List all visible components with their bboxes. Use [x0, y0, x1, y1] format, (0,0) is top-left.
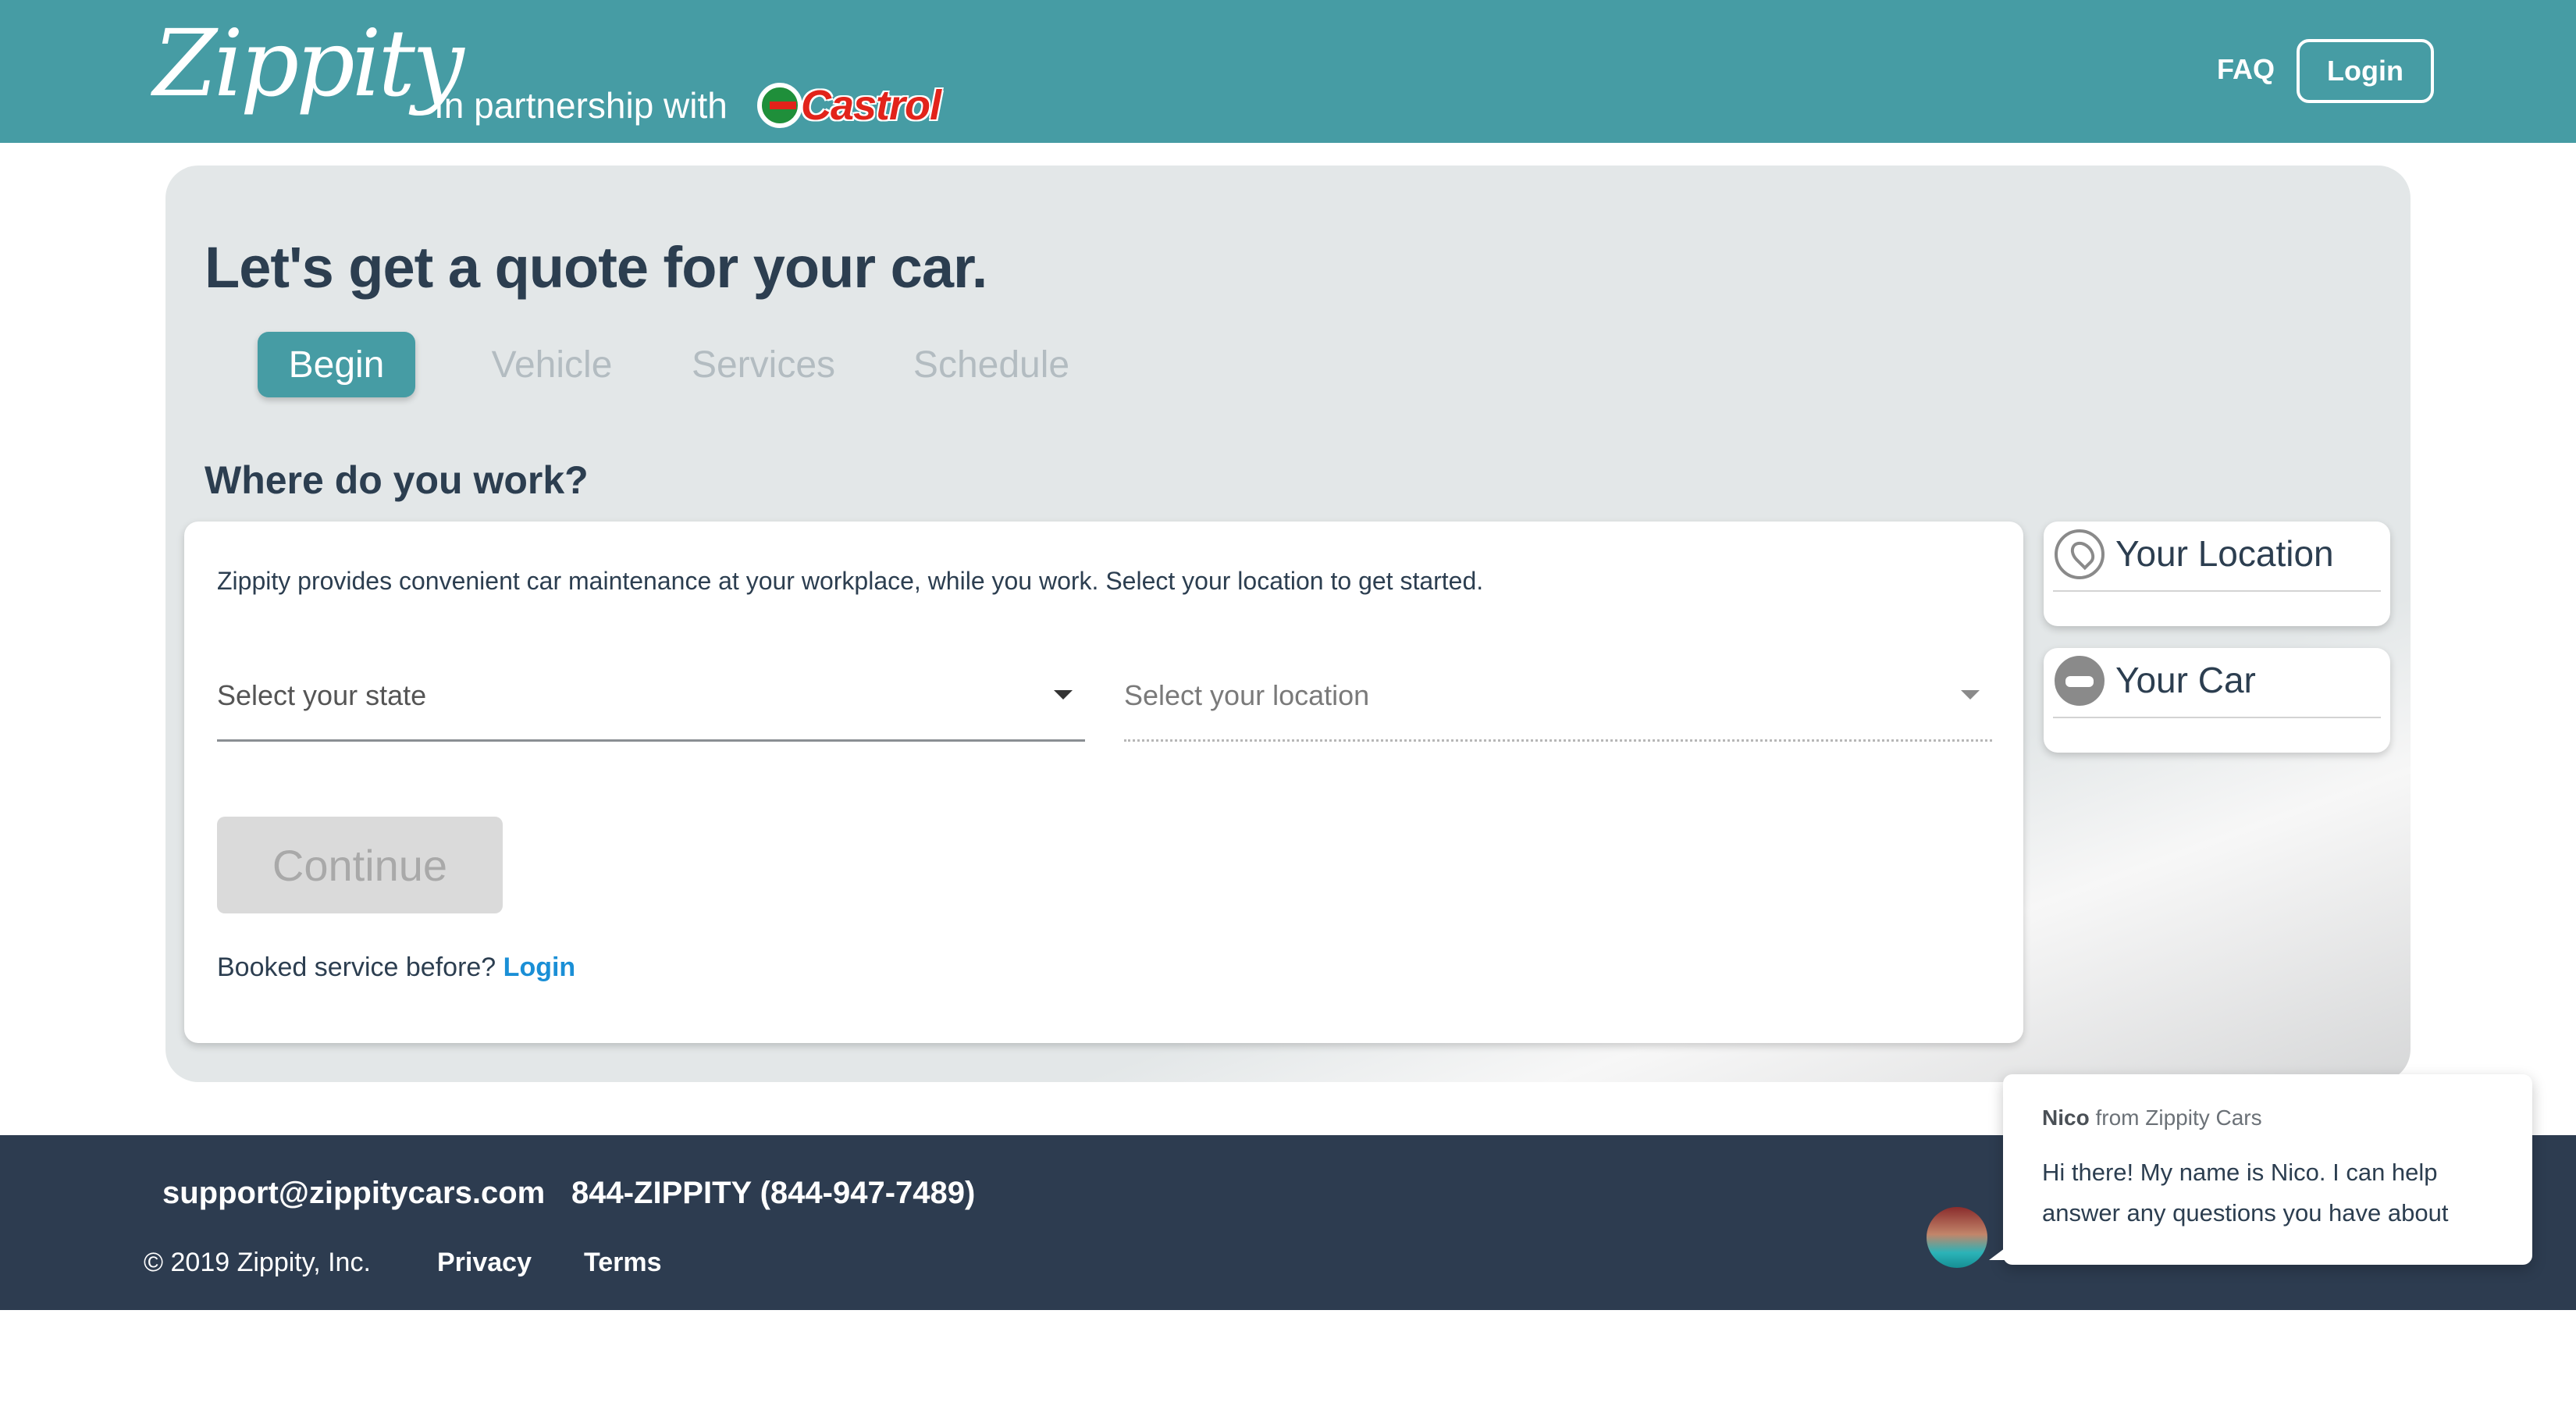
- castrol-logo: Castrol: [757, 81, 948, 131]
- support-phone-link[interactable]: 844-ZIPPITY (844-947-7489): [571, 1176, 975, 1211]
- castrol-logo-text: Castrol: [801, 82, 941, 129]
- step-schedule[interactable]: Schedule: [906, 332, 1077, 397]
- chevron-down-icon: [1961, 690, 1980, 700]
- support-email-link[interactable]: support@zippitycars.com: [162, 1176, 545, 1211]
- chevron-down-icon: [1054, 690, 1073, 700]
- site-header: Zippity In partnership with Castrol FAQ …: [0, 0, 2576, 143]
- car-icon: [2055, 656, 2105, 706]
- castrol-emblem-icon: [757, 83, 802, 128]
- page-title: Let's get a quote for your car.: [205, 235, 987, 300]
- step-vehicle[interactable]: Vehicle: [478, 332, 626, 397]
- location-pin-icon: [2055, 529, 2105, 579]
- location-select[interactable]: Select your location: [1124, 664, 1992, 742]
- chat-message-bubble[interactable]: Nico from Zippity Cars Hi there! My name…: [1989, 1074, 2532, 1265]
- faq-link[interactable]: FAQ: [2217, 53, 2275, 86]
- divider: [2053, 590, 2381, 592]
- intro-text: Zippity provides convenient car maintena…: [217, 567, 1484, 595]
- chat-sender-name: Nico: [2042, 1105, 2090, 1130]
- header-login-button[interactable]: Login: [2297, 39, 2434, 103]
- sidebar-item-your-car[interactable]: Your Car: [2044, 648, 2390, 753]
- section-title: Where do you work?: [205, 458, 589, 502]
- state-select-placeholder: Select your state: [217, 679, 427, 711]
- chat-message-text: Hi there! My name is Nico. I can help an…: [2042, 1159, 2449, 1227]
- sidebar-item-your-location[interactable]: Your Location: [2044, 522, 2390, 626]
- zippity-logo[interactable]: Zippity: [153, 17, 464, 109]
- booked-before-text: Booked service before? Login: [217, 952, 575, 983]
- chat-sender-suffix: from Zippity Cars: [2095, 1105, 2262, 1130]
- copyright-text: © 2019 Zippity, Inc.: [144, 1248, 371, 1277]
- divider: [2053, 717, 2381, 718]
- chat-avatar[interactable]: [1927, 1207, 1987, 1268]
- booked-before-label: Booked service before?: [217, 952, 496, 982]
- partnership-text: In partnership with: [434, 85, 728, 126]
- booked-login-link[interactable]: Login: [503, 952, 576, 982]
- continue-button[interactable]: Continue: [217, 817, 503, 913]
- state-select[interactable]: Select your state: [217, 664, 1085, 742]
- terms-link[interactable]: Terms: [584, 1248, 662, 1278]
- step-begin[interactable]: Begin: [258, 332, 415, 397]
- step-services[interactable]: Services: [684, 332, 843, 397]
- chat-sender: Nico from Zippity Cars: [2042, 1105, 2262, 1130]
- privacy-link[interactable]: Privacy: [437, 1248, 532, 1278]
- sidebar-item-label: Your Car: [2115, 660, 2256, 700]
- sidebar-item-label: Your Location: [2115, 533, 2334, 574]
- location-select-placeholder: Select your location: [1124, 679, 1370, 711]
